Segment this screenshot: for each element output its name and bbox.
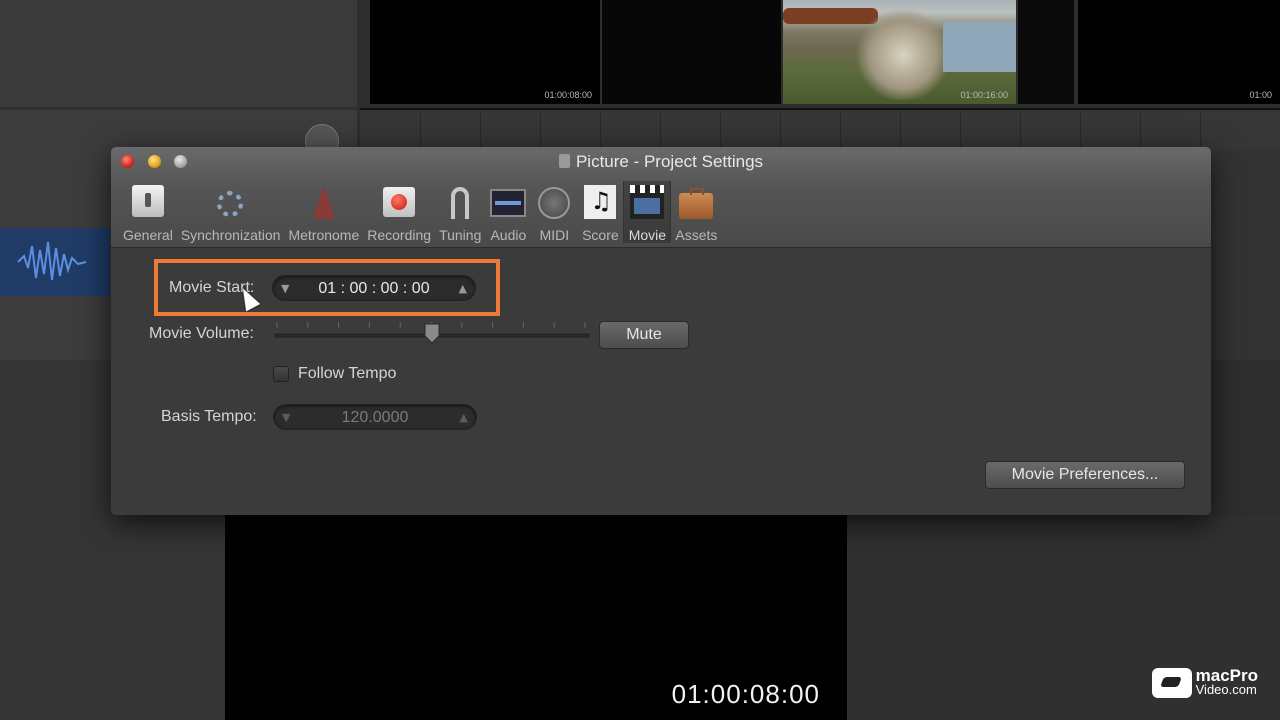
tab-label: Tuning [439,227,482,243]
film-frame-1[interactable]: 01:00:08:00 [370,0,600,104]
stepper-up-icon[interactable]: ▲ [459,282,467,295]
tab-label: Score [582,227,619,243]
audio-icon [489,183,527,220]
tab-midi[interactable]: MIDI [531,181,577,243]
tab-assets[interactable]: Assets [671,181,721,243]
basis-tempo-stepper: ▼ 120.0000 ▲ [273,404,477,430]
recording-icon [380,183,418,220]
metronome-icon [305,183,343,220]
watermark-text: Video.com [1195,682,1257,697]
window-title-text: Picture - Project Settings [575,152,764,171]
follow-tempo-label: Follow Tempo [298,365,397,382]
audio-waveform-region[interactable] [0,228,110,296]
movie-start-stepper[interactable]: ▼ 01 : 00 : 00 : 00 ▲ [272,275,476,301]
watermark-text: macPro [1195,666,1258,685]
mute-button[interactable]: Mute [599,321,689,349]
tab-metronome[interactable]: Metronome [284,181,363,243]
timeline-ruler[interactable] [360,108,1280,151]
watermark: macPro Video.com [1151,666,1258,698]
tuning-fork-icon [441,183,479,220]
tab-label: Assets [675,227,718,243]
movie-start-value[interactable]: 01 : 00 : 00 : 00 [273,280,475,298]
stepper-up-icon: ▲ [459,411,468,424]
basis-tempo-label: Basis Tempo: [161,408,257,425]
tab-synchronization[interactable]: Synchronization [177,181,285,243]
basis-tempo-value: 120.0000 [341,409,409,426]
settings-toolbar: General Synchronization Metronome Record… [119,181,721,243]
film-frame-2[interactable]: 01:00:16:00 [783,0,1016,104]
movie-preferences-button[interactable]: Movie Preferences... [985,461,1185,489]
score-icon [581,183,619,220]
movie-settings-pane: Movie Start: ▼ 01 : 00 : 00 : 00 ▲ Movie… [111,248,1211,515]
tab-score[interactable]: Score [577,181,623,243]
window-titlebar[interactable]: Picture - Project Settings General Synch… [111,147,1211,248]
assets-briefcase-icon [677,183,715,220]
tab-label: General [123,227,173,243]
tab-audio[interactable]: Audio [485,181,531,243]
waveform-icon [17,241,87,281]
tab-tuning[interactable]: Tuning [435,181,485,243]
movie-volume-label: Movie Volume: [149,325,254,342]
midi-icon [535,183,573,220]
tab-label: MIDI [539,227,570,243]
tab-general[interactable]: General [119,181,177,243]
general-icon [129,183,167,220]
film-frame-3[interactable]: 01:00 [1078,0,1280,104]
viewer-timecode: 01:00:08:00 [671,679,820,709]
synchronization-icon [212,183,250,220]
movie-volume-slider[interactable] [273,320,593,346]
left-panel [0,0,357,107]
tab-label: Synchronization [180,227,281,243]
tab-label: Movie [628,227,667,243]
film-frame-blank [602,0,781,104]
tab-recording[interactable]: Recording [363,181,435,243]
tab-label: Recording [367,227,432,243]
tab-movie[interactable]: Movie [623,181,672,243]
film-frame-timecode: 01:00:08:00 [544,90,592,100]
film-frame-timecode: 01:00 [1249,90,1272,100]
follow-tempo-checkbox[interactable] [273,366,289,382]
project-settings-window: Picture - Project Settings General Synch… [111,147,1211,515]
film-frame-blank [1018,0,1074,104]
document-icon [558,154,570,168]
tab-label: Audio [490,227,527,243]
window-title: Picture - Project Settings [111,152,1211,172]
slider-thumb[interactable] [424,323,440,344]
film-frame-timecode: 01:00:16:00 [960,90,1008,100]
movie-clapper-icon [628,183,666,220]
tab-label: Metronome [288,227,360,243]
movie-viewer: 01:00:08:00 [225,515,847,720]
watermark-logo-icon [1151,668,1192,698]
